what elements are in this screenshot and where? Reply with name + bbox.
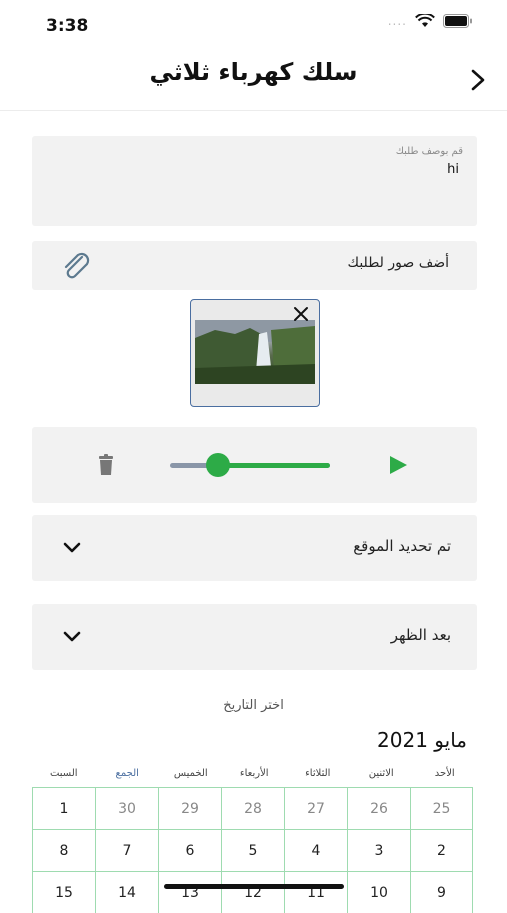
chevron-down-icon: [62, 628, 82, 647]
calendar-day[interactable]: 8: [32, 829, 95, 871]
calendar-month: مايو 2021: [377, 728, 467, 752]
add-photos-row[interactable]: أضف صور لطلبك: [32, 241, 477, 290]
calendar-day[interactable]: 13: [158, 871, 221, 913]
calendar-day[interactable]: 5: [221, 829, 284, 871]
close-icon: [294, 307, 308, 321]
weekday-label: الاثنين: [368, 768, 394, 779]
calendar-day[interactable]: 6: [158, 829, 221, 871]
calendar-day[interactable]: 29: [158, 787, 221, 829]
audio-progress-thumb[interactable]: [206, 453, 230, 477]
calendar-day[interactable]: 28: [221, 787, 284, 829]
weekday-label: الأحد: [434, 768, 455, 779]
audio-progress-fill: [218, 463, 330, 468]
description-value[interactable]: hi: [447, 162, 459, 177]
calendar-day[interactable]: 30: [95, 787, 158, 829]
photo-thumbnail[interactable]: [190, 299, 320, 407]
status-icons: ....: [388, 14, 473, 28]
weekday-label: الجمع: [115, 768, 139, 779]
add-photos-label: أضف صور لطلبك: [347, 255, 449, 271]
calendar-day[interactable]: 3: [347, 829, 410, 871]
chevron-right-icon: [471, 69, 485, 91]
chevron-down-icon: [62, 539, 82, 558]
delete-audio-button[interactable]: [96, 454, 116, 480]
weekday-label: الأربعاء: [239, 768, 269, 779]
description-label: قم بوصف طلبك: [395, 146, 463, 157]
calendar-day[interactable]: 9: [410, 871, 473, 913]
status-time: 3:38: [46, 16, 89, 36]
remove-photo-button[interactable]: [291, 304, 311, 324]
trash-icon: [99, 454, 113, 475]
calendar-day[interactable]: 12: [221, 871, 284, 913]
calendar-day[interactable]: 26: [347, 787, 410, 829]
audio-progress-slider[interactable]: [170, 453, 330, 477]
calendar-week-row: 1 30 29 28 27 26 25: [32, 787, 477, 829]
battery-icon: [443, 14, 472, 28]
calendar-grid: 1 30 29 28 27 26 25 8 7 6 5 4 3 2 15 14 13 12 11 10 9: [32, 787, 477, 913]
location-label: تم تحديد الموقع: [353, 537, 451, 555]
waterfall-image: [195, 320, 315, 384]
play-icon: [390, 456, 407, 474]
time-period-select[interactable]: بعد الظهر: [32, 604, 477, 670]
calendar-day[interactable]: 15: [32, 871, 95, 913]
home-indicator: [164, 884, 344, 889]
back-button[interactable]: [466, 66, 490, 94]
calendar-day[interactable]: 25: [410, 787, 473, 829]
weekday-label: الخميس: [173, 768, 208, 779]
description-field[interactable]: قم بوصف طلبك hi: [32, 136, 477, 226]
weekday-label: الثلاثاء: [305, 768, 331, 779]
calendar-day[interactable]: 11: [284, 871, 347, 913]
calendar-day[interactable]: 27: [284, 787, 347, 829]
voice-note-player: [32, 427, 477, 503]
date-picker-title: اختر التاريخ: [223, 698, 284, 713]
page-title: سلك كهرباء ثلاثي: [149, 58, 358, 86]
calendar-day[interactable]: 14: [95, 871, 158, 913]
weekday-label: السبت: [49, 768, 78, 779]
calendar-day[interactable]: 2: [410, 829, 473, 871]
calendar-day[interactable]: 1: [32, 787, 95, 829]
calendar-week-row: 15 14 13 12 11 10 9: [32, 871, 477, 913]
calendar-day[interactable]: 10: [347, 871, 410, 913]
signal-icon: ....: [387, 14, 407, 28]
calendar-week-row: 8765432: [32, 829, 477, 871]
calendar-day[interactable]: 4: [284, 829, 347, 871]
calendar-day[interactable]: 7: [95, 829, 158, 871]
time-period-label: بعد الظهر: [390, 626, 451, 644]
play-audio-button[interactable]: [387, 454, 409, 480]
paperclip-icon[interactable]: [60, 251, 92, 285]
header-divider: [0, 110, 507, 111]
wifi-icon: [415, 14, 435, 27]
calendar-weekdays: السبت الجمع الخميس الأربعاء الثلاثاء الاثنين ا…: [32, 768, 477, 779]
location-select[interactable]: تم تحديد الموقع: [32, 515, 477, 581]
